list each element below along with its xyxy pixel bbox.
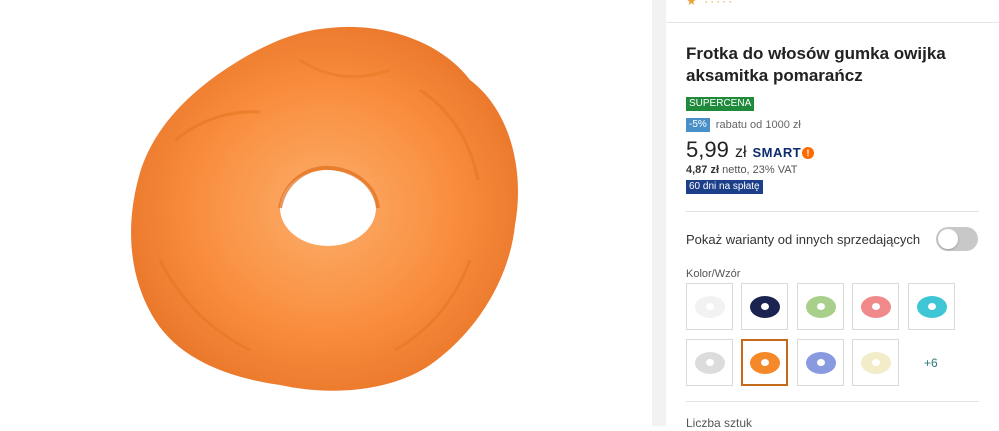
price-value: 5,99 [686, 137, 729, 162]
swatch-image [694, 295, 725, 318]
swatch-light-green[interactable] [797, 283, 844, 330]
netto-value: 4,87 zł [686, 164, 720, 176]
discount-row: -5% rabatu od 1000 zł [686, 118, 801, 132]
swatch-image [749, 351, 780, 374]
other-sellers-toggle-label: Pokaż warianty od innych sprzedających [686, 232, 921, 247]
rating-strip: ★ ····· [666, 0, 999, 23]
swatch-image [805, 295, 836, 318]
swatch-orange-selected[interactable] [741, 339, 788, 386]
payment-terms-badge[interactable]: 60 dni na spłatę [686, 180, 763, 194]
toggle-knob [938, 229, 958, 249]
netto-price: 4,87 zł netto, 23% VAT [686, 164, 798, 176]
swatch-image [805, 351, 836, 374]
price-currency: zł [734, 144, 747, 161]
swatch-image [916, 295, 947, 318]
swatch-image [860, 295, 891, 318]
divider [686, 211, 979, 212]
divider [686, 401, 979, 402]
swatch-periwinkle[interactable] [797, 339, 844, 386]
color-pattern-label: Kolor/Wzór [686, 268, 741, 280]
swatch-navy[interactable] [741, 283, 788, 330]
swatch-image [694, 351, 725, 374]
swatch-pink-pattern[interactable] [852, 283, 899, 330]
swatch-turquoise[interactable] [908, 283, 955, 330]
product-image-gallery[interactable] [0, 0, 652, 426]
product-title: Frotka do włosów gumka owijka aksamitka … [686, 44, 946, 85]
product-details-panel: ★ ····· Frotka do włosów gumka owijka ak… [666, 0, 999, 430]
other-sellers-toggle[interactable] [936, 227, 978, 251]
swatch-cream[interactable] [852, 339, 899, 386]
discount-badge: -5% [686, 118, 710, 132]
swatch-image [860, 351, 891, 374]
netto-text: netto, 23% VAT [722, 164, 798, 176]
product-image-orange-scrunchie[interactable] [0, 0, 652, 426]
rating-stars: ★ ····· [686, 0, 735, 8]
swatch-image [749, 295, 780, 318]
more-variants-link[interactable]: +6 [924, 356, 938, 370]
smart-badge[interactable]: SMART ! [753, 145, 815, 160]
price-row: 5,99 zł SMART ! [686, 137, 815, 163]
swatch-white-pattern[interactable] [686, 339, 733, 386]
discount-text: rabatu od 1000 zł [715, 119, 801, 131]
price: 5,99 zł [686, 137, 747, 163]
quantity-label: Liczba sztuk [686, 416, 753, 430]
smart-info-icon[interactable]: ! [802, 146, 815, 159]
panel-divider [652, 0, 666, 426]
supercena-badge: SUPERCENA [686, 97, 755, 111]
swatch-white[interactable] [686, 283, 733, 330]
smart-label: SMART [752, 145, 802, 160]
